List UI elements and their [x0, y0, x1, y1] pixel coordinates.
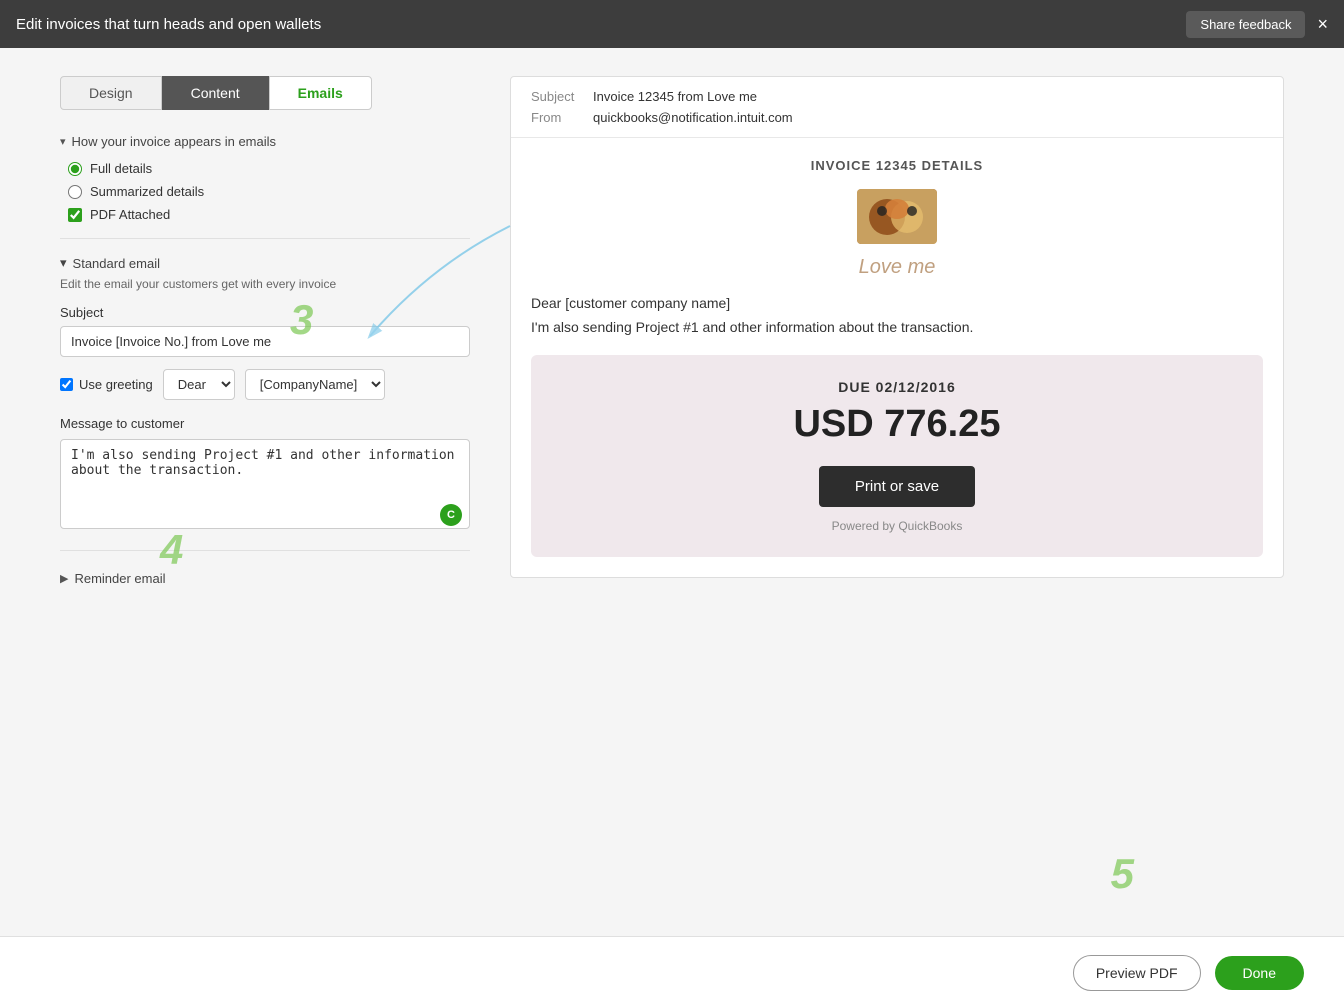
ai-icon[interactable]: C [440, 504, 462, 526]
subject-meta-value: Invoice 12345 from Love me [593, 89, 757, 104]
left-panel: Design Content Emails ▾ How your invoice… [60, 76, 490, 586]
subject-input[interactable] [60, 326, 470, 357]
std-email-arrow-icon: ▾ [60, 255, 67, 271]
invoice-header: INVOICE 12345 DETAILS [531, 158, 1263, 173]
divider-1 [60, 238, 470, 239]
company-logo [857, 189, 937, 244]
message-textarea[interactable]: I'm also sending Project #1 and other in… [60, 439, 470, 529]
step-5-number: 5 [1111, 850, 1134, 898]
arrow-icon: ▾ [60, 135, 66, 148]
invoice-appears-label: How your invoice appears in emails [72, 134, 276, 149]
bottom-bar: Preview PDF Done [0, 936, 1344, 1008]
top-bar: Edit invoices that turn heads and open w… [0, 0, 1344, 48]
close-button[interactable]: × [1317, 14, 1328, 35]
email-from-row: From quickbooks@notification.intuit.com [531, 110, 1263, 125]
tabs-container: Design Content Emails [60, 76, 470, 110]
tab-content[interactable]: Content [162, 76, 269, 110]
detail-options-group: Full details Summarized details PDF Atta… [60, 161, 470, 222]
pdf-attached-label: PDF Attached [90, 207, 170, 222]
share-feedback-button[interactable]: Share feedback [1186, 11, 1305, 38]
reminder-email-label: Reminder email [74, 571, 165, 586]
email-dear: Dear [customer company name] [531, 295, 1263, 311]
standard-email-section: ▾ Standard email [60, 255, 470, 271]
tab-design[interactable]: Design [60, 76, 162, 110]
email-scroll-area[interactable]: INVOICE 12345 DETAILS Love me Dear [cust… [511, 138, 1283, 577]
name-format-select[interactable]: [CompanyName] [FirstName] [LastName] [245, 369, 385, 400]
full-details-option[interactable]: Full details [68, 161, 470, 176]
summarized-details-option[interactable]: Summarized details [68, 184, 470, 199]
subject-meta-label: Subject [531, 89, 581, 104]
main-content: Design Content Emails ▾ How your invoice… [0, 48, 1344, 614]
powered-by: Powered by QuickBooks [551, 519, 1243, 533]
standard-email-label: Standard email [73, 256, 160, 271]
reminder-section: ▶ Reminder email [60, 571, 470, 586]
invoice-cta-box: DUE 02/12/2016 USD 776.25 Print or save … [531, 355, 1263, 557]
greeting-row: Use greeting Dear Hello Hi [CompanyName]… [60, 369, 470, 400]
summarized-details-radio[interactable] [68, 185, 82, 199]
email-subject-row: Subject Invoice 12345 from Love me [531, 89, 1263, 104]
subject-label: Subject [60, 305, 470, 320]
email-message: I'm also sending Project #1 and other in… [531, 319, 1263, 335]
email-meta: Subject Invoice 12345 from Love me From … [511, 77, 1283, 138]
done-button[interactable]: Done [1215, 956, 1304, 990]
tab-emails[interactable]: Emails [269, 76, 372, 110]
full-details-radio[interactable] [68, 162, 82, 176]
pdf-attached-option[interactable]: PDF Attached [68, 207, 470, 222]
email-preview-container: Subject Invoice 12345 from Love me From … [510, 76, 1284, 578]
top-bar-right: Share feedback × [1186, 11, 1328, 38]
summarized-details-label: Summarized details [90, 184, 204, 199]
use-greeting-checkbox[interactable] [60, 378, 73, 391]
greeting-select[interactable]: Dear Hello Hi [163, 369, 235, 400]
logo-svg [857, 189, 937, 244]
company-name: Love me [531, 256, 1263, 279]
reminder-arrow-icon: ▶ [60, 572, 68, 585]
message-textarea-wrapper: I'm also sending Project #1 and other in… [60, 439, 470, 534]
full-details-label: Full details [90, 161, 152, 176]
message-label: Message to customer [60, 416, 470, 431]
divider-2 [60, 550, 470, 551]
due-amount: USD 776.25 [551, 403, 1243, 446]
due-date-label: DUE 02/12/2016 [551, 379, 1243, 395]
standard-email-desc: Edit the email your customers get with e… [60, 277, 470, 291]
right-panel: Subject Invoice 12345 from Love me From … [490, 76, 1284, 586]
use-greeting-text: Use greeting [79, 377, 153, 392]
pdf-attached-checkbox[interactable] [68, 208, 82, 222]
preview-pdf-button[interactable]: Preview PDF [1073, 955, 1201, 991]
reminder-email-header[interactable]: ▶ Reminder email [60, 571, 470, 586]
print-save-button[interactable]: Print or save [819, 466, 975, 507]
from-meta-value: quickbooks@notification.intuit.com [593, 110, 793, 125]
use-greeting-label[interactable]: Use greeting [60, 377, 153, 392]
from-meta-label: From [531, 110, 581, 125]
top-bar-title: Edit invoices that turn heads and open w… [16, 16, 321, 33]
invoice-appears-section: ▾ How your invoice appears in emails [60, 134, 470, 149]
